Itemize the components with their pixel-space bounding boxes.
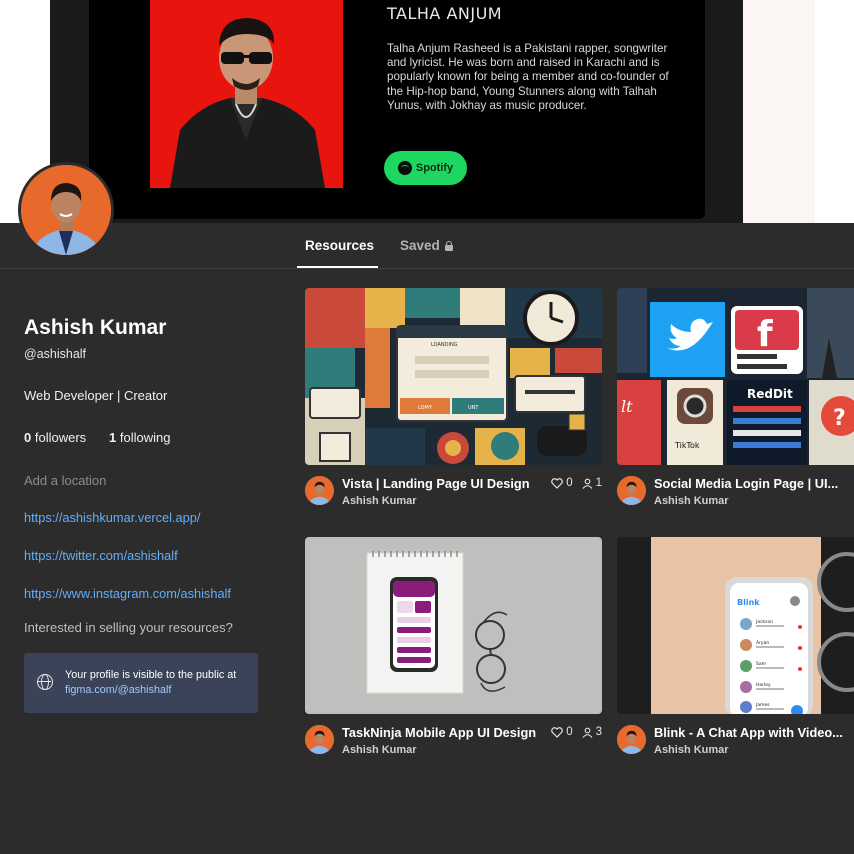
users-stat: 3 <box>582 726 602 738</box>
likes-count: 0 <box>566 477 573 489</box>
chat-name: Harley <box>756 682 771 688</box>
author-avatar[interactable] <box>617 476 646 505</box>
heart-icon <box>551 726 563 738</box>
card-author[interactable]: Ashish Kumar <box>342 495 417 507</box>
user-icon <box>582 478 593 489</box>
card-title[interactable]: Social Media Login Page | UI... <box>654 476 838 491</box>
spotify-icon <box>397 161 412 175</box>
active-tab-indicator <box>297 266 378 268</box>
spotify-label: Spotify <box>415 162 454 174</box>
vista-thumb-label: LOANDING <box>431 342 458 348</box>
likes-stat[interactable]: 0 <box>551 726 573 738</box>
svg-text:f: f <box>757 314 773 355</box>
users-count: 1 <box>595 477 602 489</box>
card-author[interactable]: Ashish Kumar <box>654 495 729 507</box>
profile-handle: @ashishalf <box>24 347 87 361</box>
followers-label: followers <box>34 430 87 445</box>
tab-resources[interactable]: Resources <box>305 238 374 253</box>
card-meta-blink: Blink - A Chat App with Video... Ashish … <box>617 725 854 759</box>
card-stats: 0 1 <box>551 477 602 489</box>
card-author[interactable]: Ashish Kumar <box>342 744 417 756</box>
svg-text:?: ? <box>833 406 846 431</box>
users-count: 3 <box>595 726 602 738</box>
author-avatar[interactable] <box>305 476 334 505</box>
card-meta-vista: Vista | Landing Page UI Design Ashish Ku… <box>305 476 602 510</box>
blink-thumb-label: Blink <box>737 598 760 607</box>
followers-link[interactable]: 0 followers <box>24 430 86 445</box>
chat-name: James <box>755 702 770 708</box>
svg-text:lt: lt <box>621 397 633 416</box>
card-meta-social: Social Media Login Page | UI... Ashish K… <box>617 476 854 510</box>
tab-saved[interactable]: Saved <box>400 238 453 253</box>
tab-saved-label: Saved <box>400 238 440 253</box>
card-thumbnail-social[interactable]: f lt TikTok RedDit ? <box>617 288 854 465</box>
spotify-button[interactable]: Spotify <box>384 151 467 185</box>
likes-count: 0 <box>566 726 573 738</box>
profile-tabs: Resources Saved <box>0 223 854 269</box>
cover-banner: TALHA ANJUM Talha Anjum Rasheed is a Pak… <box>0 0 854 223</box>
instagram-link[interactable]: https://www.instagram.com/ashishalf <box>24 586 231 601</box>
vista-thumb-button-b: UNT <box>468 405 479 411</box>
profile-name: Ashish Kumar <box>24 316 167 339</box>
card-author[interactable]: Ashish Kumar <box>654 744 729 756</box>
card-thumbnail-vista[interactable]: LOANDING LOMY UNT <box>305 288 602 465</box>
profile-bio: Web Developer | Creator <box>24 388 168 403</box>
following-link[interactable]: 1 following <box>109 430 170 445</box>
globe-icon <box>37 674 53 690</box>
notice-profile-link[interactable]: figma.com/@ashishalf <box>65 683 236 698</box>
heart-icon <box>551 477 563 489</box>
tiktok-thumb-label: TikTok <box>674 441 700 450</box>
card-title[interactable]: Vista | Landing Page UI Design <box>342 476 530 491</box>
website-link[interactable]: https://ashishkumar.vercel.app/ <box>24 510 200 525</box>
followers-count: 0 <box>24 430 32 445</box>
twitter-link[interactable]: https://twitter.com/ashishalf <box>24 548 178 563</box>
card-title[interactable]: TaskNinja Mobile App UI Design <box>342 725 536 740</box>
user-icon <box>582 727 593 738</box>
chat-name: Sam <box>756 661 766 667</box>
card-title[interactable]: Blink - A Chat App with Video... <box>654 725 843 740</box>
likes-stat[interactable]: 0 <box>551 477 573 489</box>
banner-description: Talha Anjum Rasheed is a Pakistani rappe… <box>387 42 669 112</box>
sell-resources-prompt[interactable]: Interested in selling your resources? <box>24 620 233 635</box>
public-profile-notice: Your profile is visible to the public at… <box>24 653 258 713</box>
card-thumbnail-blink[interactable]: Blink Jackson Aryan Sam Harley James <box>617 537 854 714</box>
artist-photo <box>150 0 343 188</box>
card-meta-taskninja: TaskNinja Mobile App UI Design Ashish Ku… <box>305 725 602 759</box>
add-location[interactable]: Add a location <box>24 473 106 488</box>
card-stats: 0 3 <box>551 726 602 738</box>
banner-title: TALHA ANJUM <box>387 4 503 23</box>
author-avatar[interactable] <box>617 725 646 754</box>
reddit-thumb-label: RedDit <box>747 387 793 401</box>
banner-strip <box>743 0 815 223</box>
chat-name: Aryan <box>756 640 769 646</box>
lock-icon <box>444 240 453 251</box>
users-stat: 1 <box>582 477 602 489</box>
card-thumbnail-taskninja[interactable] <box>305 537 602 714</box>
following-count: 1 <box>109 430 117 445</box>
chat-name: Jackson <box>755 619 773 625</box>
notice-text: Your profile is visible to the public at <box>65 669 237 681</box>
vista-thumb-button-a: LOMY <box>418 405 433 411</box>
following-label: following <box>119 430 171 445</box>
author-avatar[interactable] <box>305 725 334 754</box>
